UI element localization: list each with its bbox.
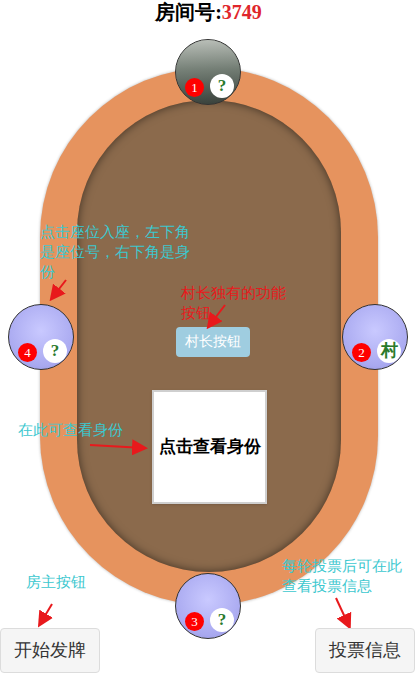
seat-number-badge: 3	[185, 612, 204, 631]
identity-badge: 村	[377, 339, 401, 363]
game-room: 房间号:37491?2村3?4?村长按钮点击查看身份点击座位入座，左下角是座位号…	[0, 0, 417, 675]
annotation: 每轮投票后可在此查看投票信息	[282, 556, 406, 596]
deal-button[interactable]: 开始发牌	[0, 628, 100, 673]
seat-number-badge: 2	[352, 343, 371, 362]
annotation: 在此可查看身份	[18, 420, 138, 440]
identity-badge: ?	[210, 608, 234, 632]
seat-number-badge: 1	[185, 78, 204, 97]
annotation: 房主按钮	[26, 572, 106, 592]
seat-number-badge: 4	[18, 343, 37, 362]
annotation: 点击座位入座，左下角是座位号，右下角是身份	[40, 222, 194, 282]
arrows-icon	[0, 0, 417, 675]
room-number: 3749	[222, 1, 262, 23]
seat[interactable]: 1?	[175, 39, 241, 105]
seat[interactable]: 2村	[342, 304, 408, 370]
seat[interactable]: 3?	[175, 573, 241, 639]
identity-badge: ?	[43, 339, 67, 363]
bottom-bar: 开始发牌 投票信息	[0, 628, 417, 673]
annotation: 村长独有的功能按钮	[181, 283, 291, 323]
chief-button[interactable]: 村长按钮	[176, 327, 250, 357]
seat[interactable]: 4?	[8, 304, 74, 370]
votes-button[interactable]: 投票信息	[315, 628, 415, 673]
identity-card[interactable]: 点击查看身份	[152, 390, 267, 504]
identity-badge: ?	[210, 74, 234, 98]
room-title: 房间号:3749	[0, 0, 417, 24]
